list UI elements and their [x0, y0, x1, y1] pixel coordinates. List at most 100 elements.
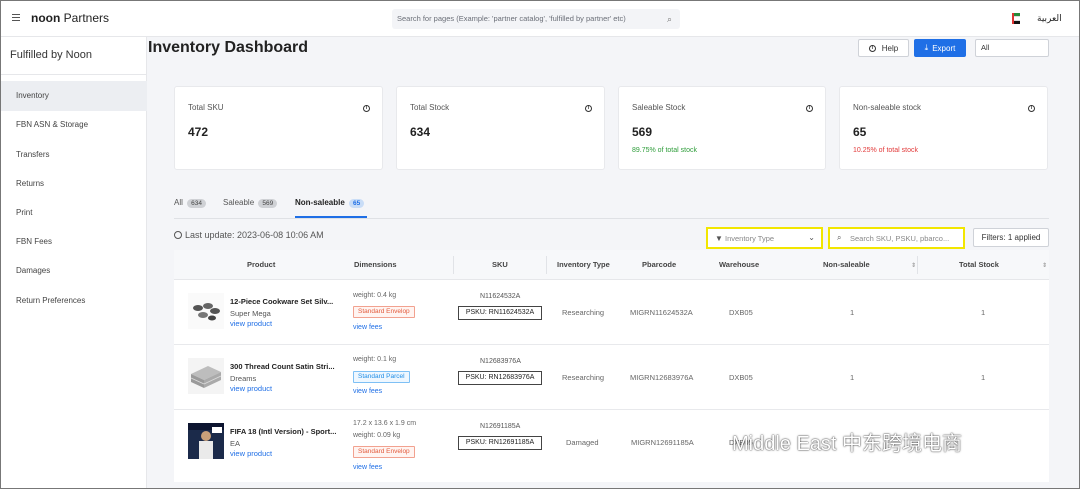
- export-button[interactable]: ⤓ Export: [914, 39, 966, 57]
- sku-code: N12683976A: [480, 358, 521, 365]
- info-icon[interactable]: i: [585, 101, 592, 112]
- sort-icon[interactable]: ⇕: [1038, 260, 1047, 269]
- stat-value: 569: [632, 125, 653, 139]
- column-header-inventory-type: Inventory Type: [557, 260, 610, 269]
- sidebar-item-returns[interactable]: Returns: [0, 169, 147, 199]
- table-row: 12-Piece Cookware Set Silv... Super Mega…: [174, 281, 1049, 345]
- psku-code: PSKU: RN12691185A: [458, 436, 542, 450]
- global-search-input[interactable]: Search for pages (Example: 'partner cata…: [392, 9, 680, 29]
- stat-card-total-sku: Total SKU i 472: [174, 86, 383, 170]
- product-thumbnail[interactable]: [188, 358, 224, 394]
- sidebar-item-fbn-fees[interactable]: FBN Fees: [0, 227, 147, 257]
- inventory-type: Researching: [562, 373, 605, 382]
- language-switch[interactable]: العربية: [1037, 13, 1062, 24]
- menu-icon[interactable]: [12, 14, 20, 22]
- column-header-product: Product: [247, 260, 276, 269]
- info-icon: i: [868, 44, 876, 52]
- stat-card-non-saleable-stock: Non-saleable stock i 65 10.25% of total …: [839, 86, 1048, 170]
- product-thumbnail[interactable]: [188, 293, 224, 329]
- search-icon[interactable]: ⌕: [667, 14, 672, 25]
- stat-card-saleable-stock: Saleable Stock i 569 89.75% of total sto…: [618, 86, 826, 170]
- last-update: Last update: 2023-06-08 10:06 AM: [174, 230, 324, 240]
- stat-label: Total SKU: [188, 103, 224, 112]
- non-saleable-count: 1: [850, 373, 855, 382]
- sidebar-item-return-preferences[interactable]: Return Preferences: [0, 286, 147, 316]
- tab-count-badge: 634: [187, 199, 206, 208]
- table-row: 300 Thread Count Satin Stri... Dreams vi…: [174, 346, 1049, 410]
- page-title: Inventory Dashboard: [148, 39, 309, 56]
- watermark-text: Middle East 中东跨境电商: [732, 433, 963, 455]
- sidebar-item-transfers[interactable]: Transfers: [0, 140, 147, 170]
- product-brand: Super Mega: [230, 309, 271, 318]
- sort-icon[interactable]: ⇕: [907, 260, 916, 269]
- non-saleable-count: 1: [850, 308, 855, 317]
- sku-search-input[interactable]: ⌕ Search SKU, PSKU, pbarco...: [828, 227, 965, 249]
- uae-flag-icon: [1012, 13, 1020, 24]
- total-stock-count: 1: [981, 373, 986, 382]
- stat-percentage: 89.75% of total stock: [632, 147, 697, 154]
- search-icon: ⌕: [837, 233, 842, 242]
- column-header-non-saleable[interactable]: Non-saleable: [823, 260, 870, 269]
- view-fees-link[interactable]: view fees: [353, 324, 382, 331]
- stat-card-total-stock: Total Stock i 634: [396, 86, 605, 170]
- stat-value: 634: [410, 125, 431, 139]
- tab-all[interactable]: All 634: [174, 198, 206, 218]
- sku-search-placeholder: Search SKU, PSKU, pbarco...: [850, 234, 950, 243]
- brand-logo[interactable]: noon Partners: [31, 11, 109, 25]
- product-weight: weight: 0.09 kg: [353, 432, 401, 439]
- tab-saleable[interactable]: Saleable 569: [223, 198, 278, 218]
- info-icon[interactable]: i: [806, 101, 813, 112]
- filter-icon: ▼: [715, 234, 723, 243]
- download-icon: ⤓: [924, 43, 929, 52]
- view-product-link[interactable]: view product: [230, 319, 272, 328]
- help-label: Help: [881, 43, 899, 53]
- help-button[interactable]: i Help: [858, 39, 909, 57]
- chevron-down-icon: ⌄: [808, 233, 815, 242]
- size-tier-badge: Standard Envelop: [353, 446, 415, 458]
- sidebar-divider: [0, 74, 147, 75]
- product-weight: weight: 0.1 kg: [353, 356, 397, 363]
- info-icon[interactable]: i: [363, 101, 370, 112]
- inventory-type: Damaged: [566, 438, 599, 447]
- info-icon[interactable]: i: [1028, 101, 1035, 112]
- sidebar-item-fbn-asn-storage[interactable]: FBN ASN & Storage: [0, 110, 147, 140]
- tab-non-saleable[interactable]: Non-saleable 65: [295, 198, 365, 218]
- product-brand: EA: [230, 439, 241, 448]
- stat-label: Total Stock: [410, 103, 450, 112]
- psku-code: PSKU: RN12683976A: [458, 371, 542, 385]
- sidebar-item-damages[interactable]: Damages: [0, 256, 147, 286]
- view-product-link[interactable]: view product: [230, 449, 272, 458]
- product-name: FIFA 18 (Intl Version) - Sport...: [230, 427, 337, 436]
- view-fees-link[interactable]: view fees: [353, 464, 382, 471]
- tab-count-badge: 569: [258, 199, 278, 208]
- psku-code: PSKU: RN11624532A: [458, 306, 542, 320]
- tab-divider: [174, 218, 1049, 219]
- product-weight: weight: 0.4 kg: [353, 292, 397, 299]
- column-header-pbarcode: Pbarcode: [642, 260, 677, 269]
- active-tab-indicator: [295, 216, 367, 218]
- scope-select[interactable]: All: [975, 39, 1049, 57]
- inventory-type-placeholder: Inventory Type: [725, 234, 775, 243]
- column-header-total-stock[interactable]: Total Stock: [959, 260, 999, 269]
- sku-code: N11624532A: [480, 293, 521, 300]
- product-thumbnail[interactable]: [188, 423, 224, 459]
- sku-code: N12691185A: [480, 423, 521, 430]
- sidebar-item-print[interactable]: Print: [0, 198, 147, 228]
- view-fees-link[interactable]: view fees: [353, 388, 382, 395]
- product-name: 300 Thread Count Satin Stri...: [230, 362, 335, 371]
- export-label: Export: [932, 43, 956, 53]
- sidebar-title: Fulfilled by Noon: [10, 49, 92, 61]
- stat-label: Non-saleable stock: [853, 103, 922, 112]
- size-tier-badge: Standard Envelop: [353, 306, 415, 318]
- total-stock-count: 1: [981, 308, 986, 317]
- column-header-sku: SKU: [492, 260, 508, 269]
- view-product-link[interactable]: view product: [230, 384, 272, 393]
- stat-percentage: 10.25% of total stock: [853, 147, 918, 154]
- inventory-type-dropdown[interactable]: ▼ Inventory Type ⌄: [706, 227, 823, 249]
- wechat-icon: [708, 433, 728, 449]
- filters-button[interactable]: Filters: 1 applied: [973, 228, 1049, 247]
- size-tier-badge: Standard Parcel: [353, 371, 410, 383]
- sidebar-item-inventory[interactable]: Inventory: [0, 81, 147, 111]
- top-bar: noon Partners Search for pages (Example:…: [0, 0, 1080, 37]
- warehouse: DXB05: [729, 373, 753, 382]
